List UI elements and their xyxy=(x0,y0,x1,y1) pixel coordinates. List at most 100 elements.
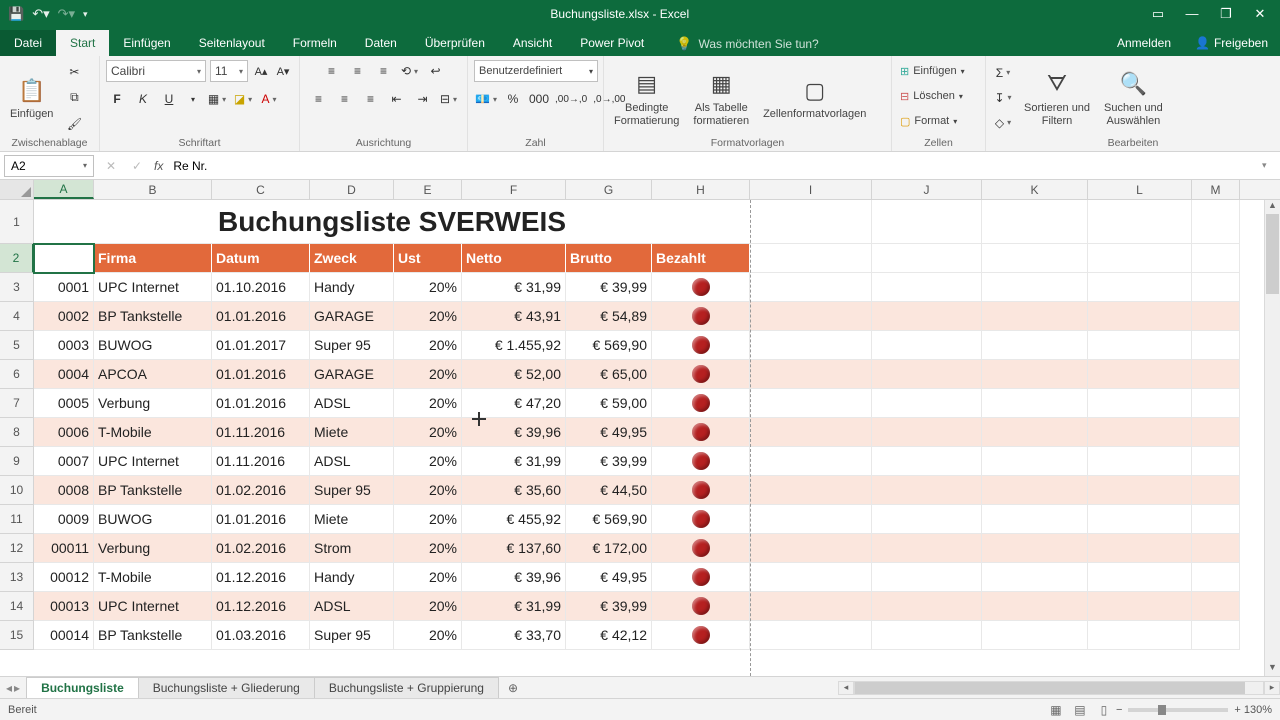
header-cell[interactable]: Re Nr. xyxy=(34,244,94,273)
cell[interactable]: 00012 xyxy=(34,563,94,592)
delete-cells-button[interactable]: ⊟Löschen▾ xyxy=(898,85,965,107)
tab-data[interactable]: Daten xyxy=(351,30,411,56)
cell[interactable] xyxy=(872,447,982,476)
wrap-text-icon[interactable]: ↩ xyxy=(425,60,447,82)
col-header-i[interactable]: I xyxy=(750,180,872,199)
row-header[interactable]: 8 xyxy=(0,418,34,447)
cell[interactable] xyxy=(750,534,872,563)
sheet-nav-next-icon[interactable]: ▸ xyxy=(14,681,20,695)
cell[interactable] xyxy=(750,200,872,244)
cell[interactable]: Miete xyxy=(310,505,394,534)
cell[interactable] xyxy=(1192,273,1240,302)
cell[interactable] xyxy=(1088,621,1192,650)
cell[interactable]: 01.12.2016 xyxy=(212,563,310,592)
cell[interactable]: 0004 xyxy=(34,360,94,389)
col-header-m[interactable]: M xyxy=(1192,180,1240,199)
cut-icon[interactable]: ✂ xyxy=(63,61,85,83)
vertical-scrollbar[interactable]: ▲ ▼ xyxy=(1264,200,1280,676)
cell[interactable] xyxy=(982,200,1088,244)
cell[interactable]: € 47,20 xyxy=(462,389,566,418)
cell[interactable]: ADSL xyxy=(310,447,394,476)
cell[interactable] xyxy=(750,505,872,534)
cell[interactable] xyxy=(872,563,982,592)
fx-icon[interactable]: fx xyxy=(150,159,167,173)
cell[interactable]: T-Mobile xyxy=(94,563,212,592)
share-button[interactable]: 👤 Freigeben xyxy=(1183,30,1280,56)
cell[interactable]: 01.02.2016 xyxy=(212,476,310,505)
cell[interactable]: 20% xyxy=(394,534,462,563)
sheet-nav-prev-icon[interactable]: ◂ xyxy=(6,681,12,695)
cell[interactable]: 20% xyxy=(394,476,462,505)
cell[interactable] xyxy=(872,418,982,447)
scroll-down-icon[interactable]: ▼ xyxy=(1265,662,1280,676)
cell[interactable] xyxy=(652,331,750,360)
cell[interactable] xyxy=(872,389,982,418)
clear-button[interactable]: ◇ xyxy=(992,112,1014,134)
hscroll-right-icon[interactable]: ▸ xyxy=(1264,681,1280,695)
cell[interactable]: € 569,90 xyxy=(566,331,652,360)
tab-powerpivot[interactable]: Power Pivot xyxy=(566,30,658,56)
sheet-tab-3[interactable]: Buchungsliste + Gruppierung xyxy=(314,677,499,699)
cell[interactable]: Super 95 xyxy=(310,476,394,505)
cell[interactable] xyxy=(750,244,872,273)
cell[interactable]: GARAGE xyxy=(310,360,394,389)
align-left-icon[interactable]: ≡ xyxy=(308,88,330,110)
cell[interactable] xyxy=(982,389,1088,418)
cell[interactable]: 01.02.2016 xyxy=(212,534,310,563)
cell[interactable] xyxy=(1192,505,1240,534)
cell[interactable]: BUWOG xyxy=(94,331,212,360)
cell[interactable] xyxy=(982,447,1088,476)
header-cell[interactable]: Brutto xyxy=(566,244,652,273)
cell[interactable]: 20% xyxy=(394,273,462,302)
font-name-select[interactable]: Calibri▾ xyxy=(106,60,206,82)
cell[interactable]: € 39,99 xyxy=(566,592,652,621)
cell[interactable] xyxy=(652,273,750,302)
cell[interactable] xyxy=(982,331,1088,360)
cell[interactable] xyxy=(872,476,982,505)
cell[interactable] xyxy=(1192,360,1240,389)
view-normal-icon[interactable]: ▦ xyxy=(1044,703,1068,717)
cell[interactable]: 20% xyxy=(394,331,462,360)
cell[interactable]: € 43,91 xyxy=(462,302,566,331)
view-page-layout-icon[interactable]: ▤ xyxy=(1068,703,1092,717)
cell[interactable] xyxy=(750,563,872,592)
cell[interactable]: € 52,00 xyxy=(462,360,566,389)
tab-review[interactable]: Überprüfen xyxy=(411,30,499,56)
title-cell[interactable]: Buchungsliste SVERWEIS xyxy=(34,200,750,244)
minimize-icon[interactable]: — xyxy=(1178,6,1206,22)
decrease-indent-icon[interactable]: ⇤ xyxy=(386,88,408,110)
col-header-k[interactable]: K xyxy=(982,180,1088,199)
cell[interactable]: € 455,92 xyxy=(462,505,566,534)
tab-insert[interactable]: Einfügen xyxy=(109,30,184,56)
decrease-font-icon[interactable]: A▾ xyxy=(274,62,292,80)
cell[interactable]: BP Tankstelle xyxy=(94,476,212,505)
cell[interactable] xyxy=(1192,200,1240,244)
cell[interactable]: 00014 xyxy=(34,621,94,650)
select-all-corner[interactable] xyxy=(0,180,34,199)
cell[interactable]: ADSL xyxy=(310,592,394,621)
cell[interactable]: € 31,99 xyxy=(462,273,566,302)
enter-icon[interactable]: ✓ xyxy=(124,159,150,173)
row-header[interactable]: 6 xyxy=(0,360,34,389)
cell[interactable] xyxy=(982,273,1088,302)
cell[interactable] xyxy=(982,244,1088,273)
cell[interactable] xyxy=(872,621,982,650)
cell[interactable]: 00013 xyxy=(34,592,94,621)
cell[interactable]: 01.10.2016 xyxy=(212,273,310,302)
cell[interactable] xyxy=(872,360,982,389)
cell[interactable]: 0002 xyxy=(34,302,94,331)
cell[interactable] xyxy=(982,621,1088,650)
cell[interactable]: € 49,95 xyxy=(566,418,652,447)
cell[interactable] xyxy=(750,476,872,505)
cell[interactable] xyxy=(1192,476,1240,505)
sheet-tab-2[interactable]: Buchungsliste + Gliederung xyxy=(138,677,315,699)
cell[interactable]: € 49,95 xyxy=(566,563,652,592)
cell[interactable] xyxy=(1088,418,1192,447)
col-header-d[interactable]: D xyxy=(310,180,394,199)
tellme-search[interactable]: 💡 Was möchten Sie tun? xyxy=(668,32,826,56)
view-page-break-icon[interactable]: ▯ xyxy=(1092,703,1116,717)
cell[interactable] xyxy=(652,447,750,476)
cell[interactable] xyxy=(1192,621,1240,650)
increase-font-icon[interactable]: A▴ xyxy=(252,62,270,80)
cell[interactable] xyxy=(652,621,750,650)
